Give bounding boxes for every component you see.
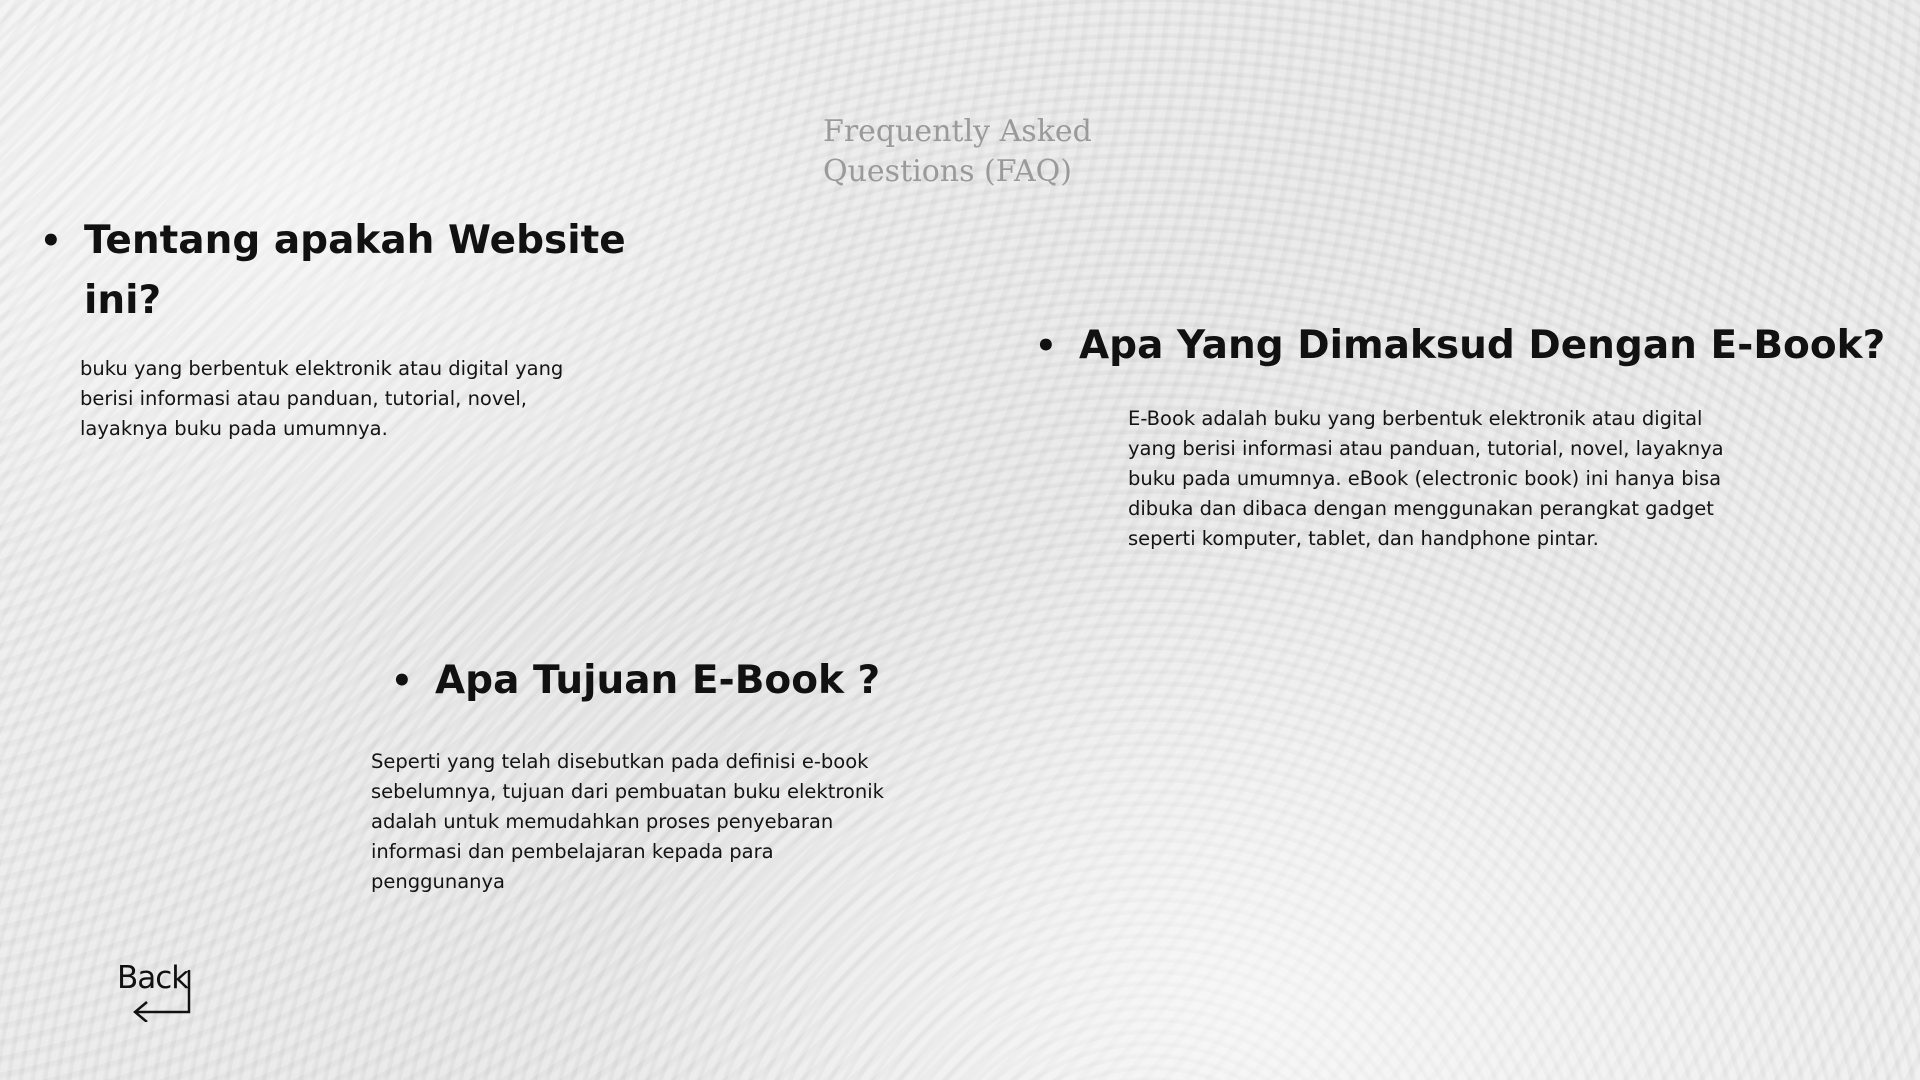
back-button[interactable]: Back — [117, 958, 201, 1022]
faq-item-ebook-purpose: • Apa Tujuan E-Book ? Seperti yang telah… — [371, 651, 951, 893]
faq-question-text: Apa Yang Dimaksud Dengan E-Book? — [1079, 323, 1886, 368]
bullet-icon: • — [391, 661, 413, 701]
faq-answer: Seperti yang telah disebutkan pada defin… — [371, 750, 884, 893]
faq-question-text: Apa Tujuan E-Book ? — [435, 658, 881, 703]
bullet-icon: • — [1035, 326, 1057, 366]
faq-question: • Tentang apakah Website ini? — [40, 211, 640, 331]
faq-question-text: Tentang apakah Website ini? — [84, 218, 626, 323]
faq-answer: buku yang berbentuk elektronik atau digi… — [80, 357, 564, 440]
faq-item-website: • Tentang apakah Website ini? buku yang … — [40, 211, 640, 440]
page-title: Frequently Asked Questions (FAQ) — [823, 114, 1092, 189]
bullet-icon: • — [40, 221, 62, 261]
faq-answer: E-Book adalah buku yang berbentuk elektr… — [1128, 407, 1724, 550]
faq-question: • Apa Tujuan E-Book ? — [391, 651, 951, 711]
faq-question: • Apa Yang Dimaksud Dengan E-Book? — [1035, 316, 1895, 376]
return-arrow-icon — [133, 970, 191, 1022]
faq-item-ebook-definition: • Apa Yang Dimaksud Dengan E-Book? E-Boo… — [1035, 316, 1895, 550]
